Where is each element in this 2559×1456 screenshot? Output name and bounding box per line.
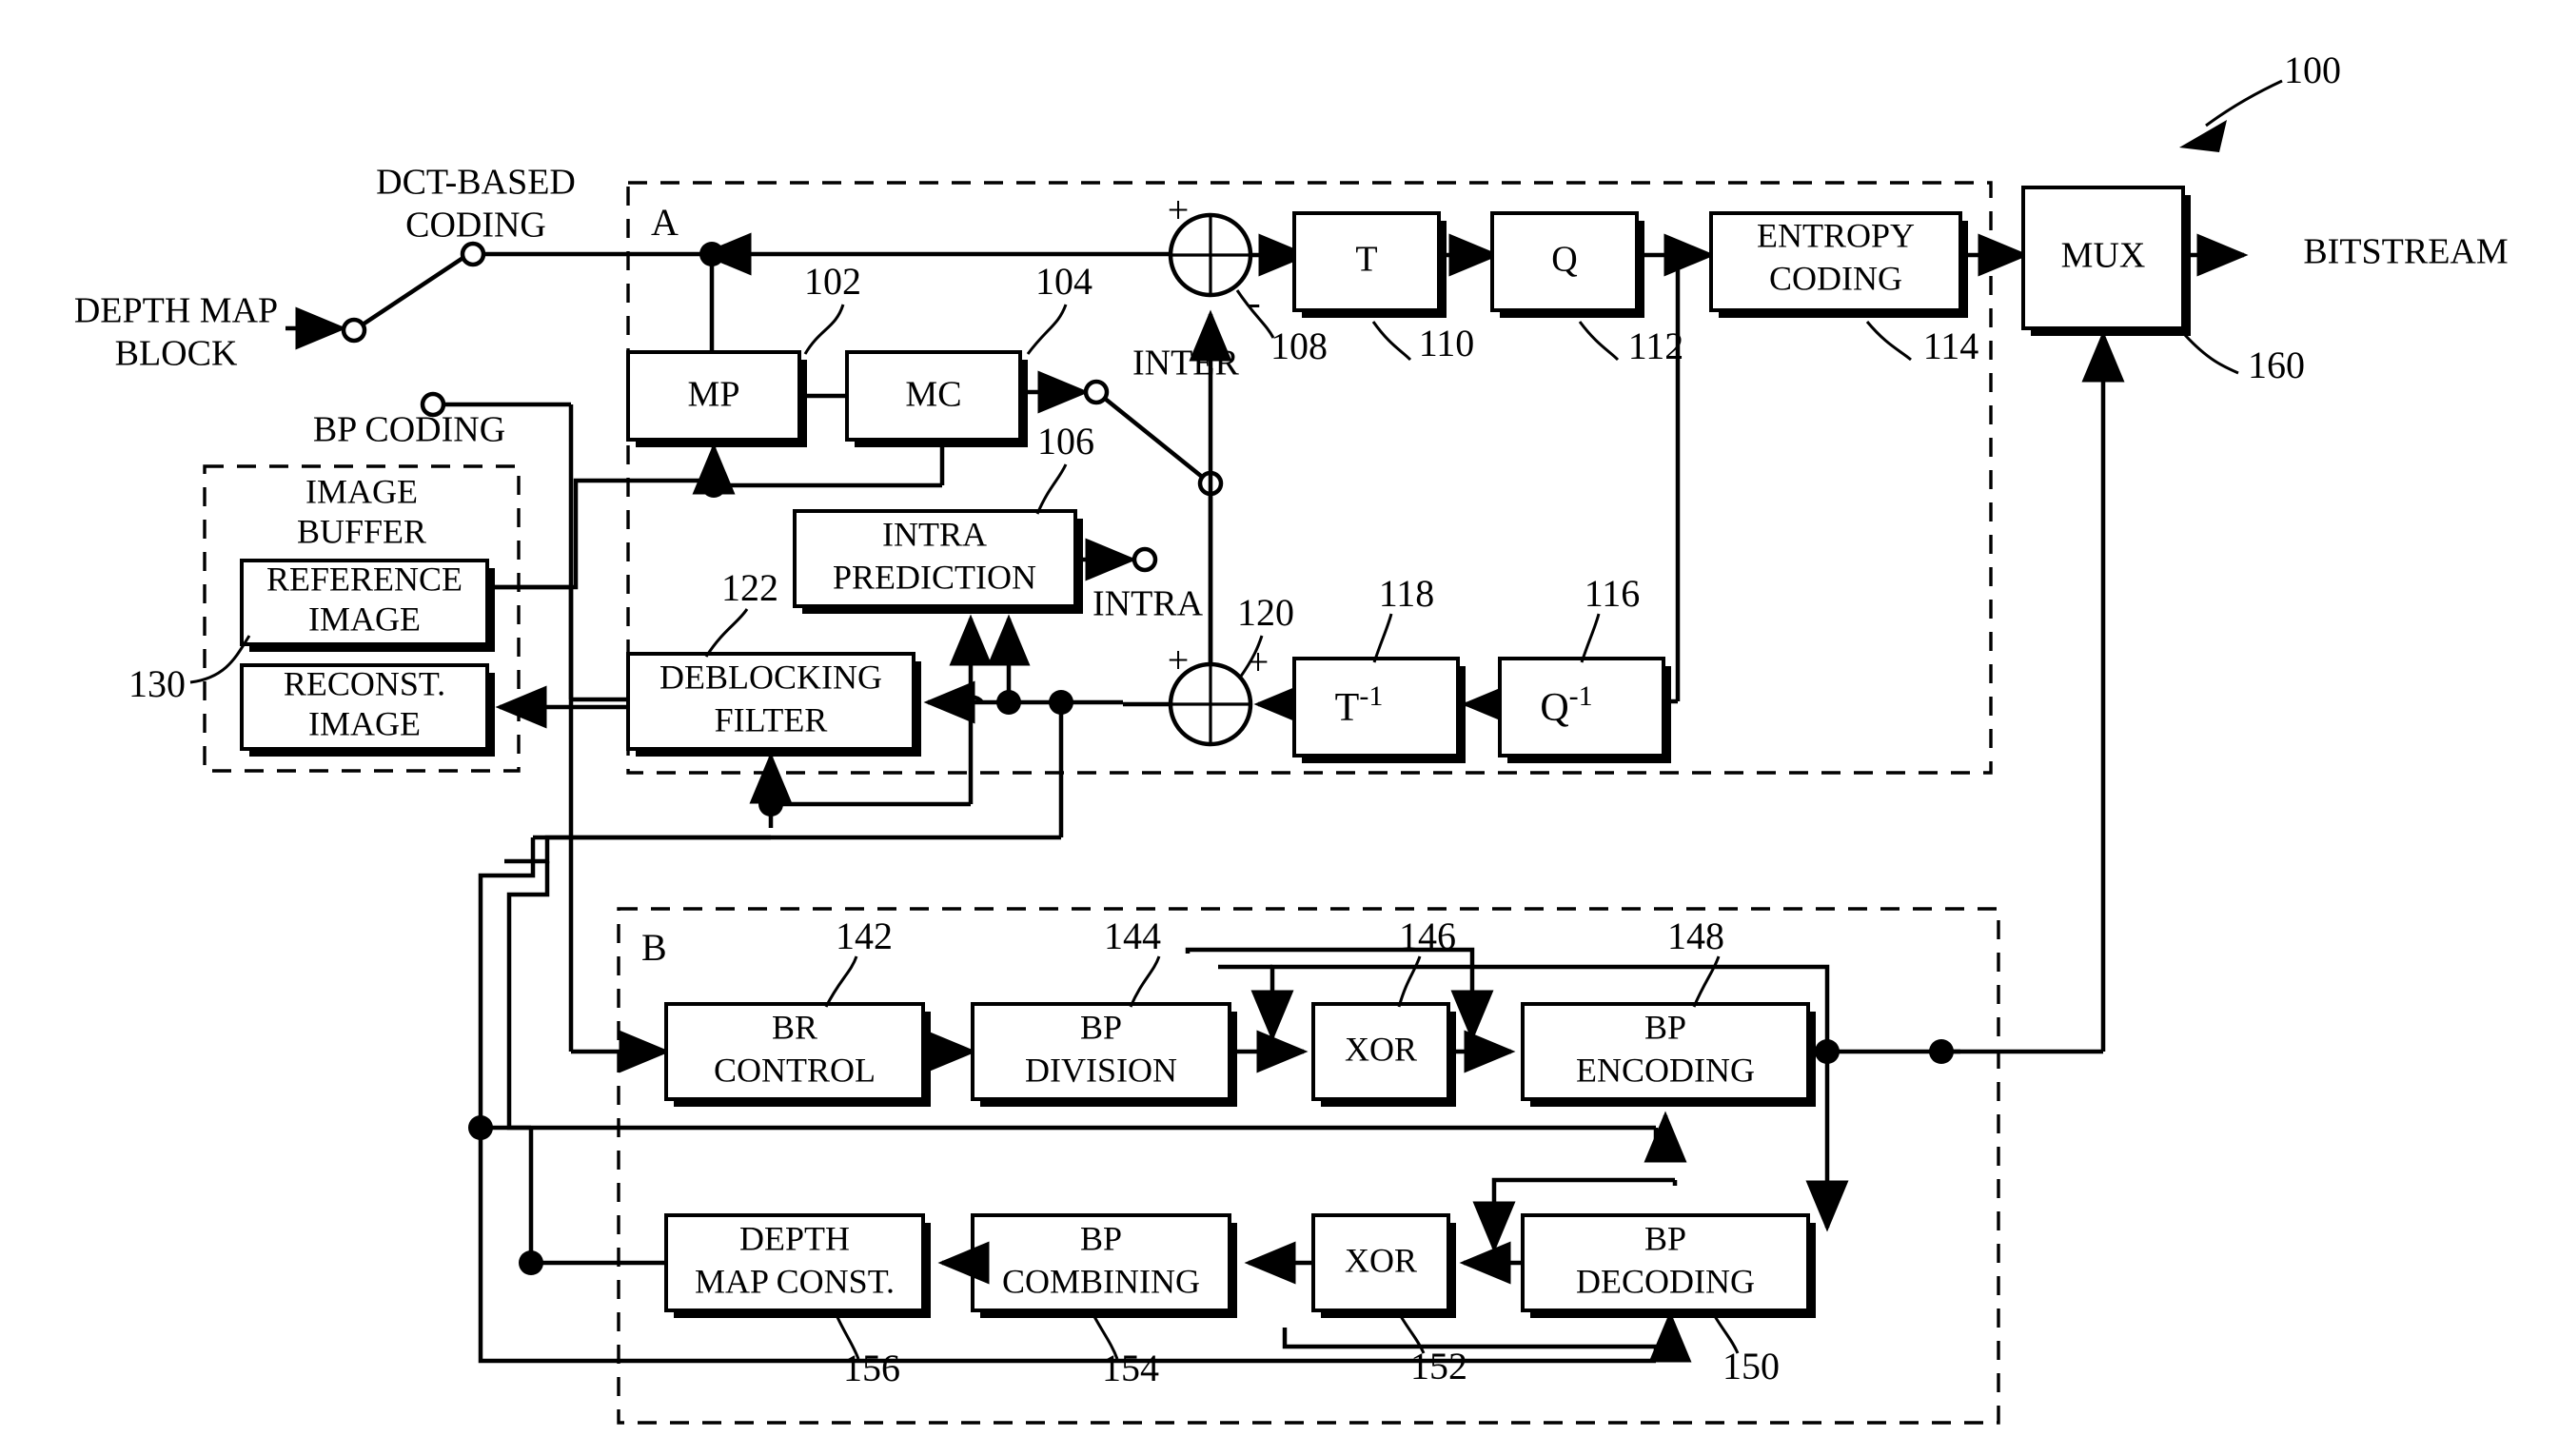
- mp-label: MP: [688, 375, 740, 415]
- ref-num-108: 108: [1270, 325, 1328, 367]
- ref-144-leader: [1129, 955, 1161, 1008]
- image-buffer-title-line2: BUFFER: [297, 512, 426, 550]
- ref-num-118: 118: [1379, 572, 1435, 615]
- section-a-label: A: [651, 201, 679, 244]
- bp-decoding-label-line2: DECODING: [1576, 1262, 1755, 1300]
- ref-num-114: 114: [1923, 325, 1979, 367]
- ref-num-144: 144: [1104, 915, 1161, 957]
- intra-prediction-label-line1: INTRA: [882, 515, 987, 553]
- inter-intra-switch-blade: [1102, 396, 1209, 482]
- ref-num-110: 110: [1419, 322, 1475, 364]
- ref-num-106: 106: [1037, 420, 1094, 462]
- intra-prediction-label-line2: PREDICTION: [833, 558, 1036, 596]
- adder-120-plus-sign-left: +: [1168, 639, 1190, 681]
- decode-feedback-rail-c: [1282, 1328, 1673, 1349]
- br-control-label-line1: BR: [772, 1008, 817, 1046]
- mux-label: MUX: [2061, 236, 2146, 276]
- transform-label: T: [1355, 240, 1377, 280]
- adder-108-plus-sign: +: [1168, 188, 1190, 231]
- inter-label: INTER: [1132, 344, 1240, 384]
- deblocking-filter-label-line1: DEBLOCKING: [659, 658, 882, 696]
- bp-coding-label: BP CODING: [313, 410, 505, 450]
- bus-rail-2: [506, 861, 550, 1131]
- ref-102-leader: [803, 304, 845, 355]
- ref-num-156: 156: [843, 1347, 900, 1389]
- ref-num-120: 120: [1237, 591, 1294, 634]
- bp-division-label-line1: BP: [1080, 1008, 1122, 1046]
- bp-combining-label-line2: COMBINING: [1002, 1262, 1200, 1300]
- bp-division-label-line2: DIVISION: [1025, 1051, 1177, 1089]
- ref-num-130: 130: [128, 662, 186, 705]
- bitstream-label: BITSTREAM: [2303, 232, 2508, 272]
- switch-blade: [352, 255, 466, 332]
- decode-feedback-rail-a: [1491, 1177, 1675, 1201]
- dct-based-coding-label-line2: CODING: [405, 206, 546, 246]
- reconst-image-label-line1: RECONST.: [284, 664, 445, 702]
- mc-label: MC: [905, 375, 961, 415]
- ref-num-122: 122: [721, 566, 778, 609]
- bp-encoding-label-line2: ENCODING: [1576, 1051, 1755, 1089]
- ref-num-112: 112: [1628, 325, 1684, 367]
- ref-num-142: 142: [836, 915, 893, 957]
- ref-num-152: 152: [1410, 1345, 1467, 1387]
- ref-num-102: 102: [804, 260, 861, 303]
- ref-num-116: 116: [1585, 572, 1641, 615]
- encode-feedback-rail-a: [1270, 964, 1472, 990]
- ref-100-arrowhead: [2179, 120, 2227, 152]
- ref-106-leader: [1035, 463, 1068, 515]
- ref-num-150: 150: [1722, 1345, 1780, 1387]
- reference-image-label-line1: REFERENCE: [266, 560, 463, 598]
- switch-bp-terminal[interactable]: [420, 391, 446, 418]
- quantizer-label: Q: [1551, 240, 1577, 280]
- ref-142-leader: [824, 955, 858, 1008]
- ref-num-160: 160: [2248, 344, 2305, 386]
- depth-map-const-label-line1: DEPTH: [739, 1219, 850, 1257]
- intra-terminal[interactable]: [1132, 546, 1158, 573]
- image-buffer-title-line1: IMAGE: [305, 472, 418, 510]
- ref-num-148: 148: [1667, 915, 1724, 957]
- ref-112-leader: [1578, 321, 1620, 362]
- ref-116-leader: [1580, 613, 1601, 663]
- ref-100-leader: [2205, 79, 2283, 128]
- br-control-label-line2: CONTROL: [714, 1051, 876, 1089]
- ref-114-leader: [1865, 321, 1912, 362]
- bus-left-1: [504, 835, 771, 864]
- xor-encode-label: XOR: [1345, 1030, 1417, 1068]
- depth-map-const-label-line2: MAP CONST.: [695, 1262, 895, 1300]
- switch-dct-terminal[interactable]: [460, 241, 486, 267]
- ref-num-104: 104: [1035, 260, 1092, 303]
- ref-122-leader: [704, 608, 749, 658]
- dct-based-coding-label-line1: DCT-BASED: [376, 163, 576, 203]
- xor-input-node: [1260, 1039, 1285, 1064]
- patent-figure-canvas: A B DEPTH MAP BLOCK DCT-BASED CODING BP …: [0, 0, 2559, 1456]
- section-b-label: B: [641, 926, 667, 969]
- switch-pivot-terminal[interactable]: [341, 317, 367, 344]
- ref-110-leader: [1371, 321, 1412, 362]
- depth-map-block-label-line2: BLOCK: [115, 334, 238, 374]
- ref-146-leader: [1397, 955, 1422, 1008]
- bpenc-out-feedback-rail: [1472, 964, 1830, 995]
- entropy-coding-label-line1: ENTROPY: [1757, 216, 1915, 254]
- ref-num-154: 154: [1102, 1347, 1159, 1389]
- reference-to-mp-path: [487, 478, 704, 590]
- ref-118-leader: [1372, 613, 1393, 663]
- ref-104-leader: [1026, 304, 1068, 355]
- ref-num-100: 100: [2284, 49, 2341, 91]
- xor-decode-input-node: [1482, 1250, 1506, 1275]
- ref-160-leader: [2183, 333, 2239, 375]
- deblocking-filter-label-line2: FILTER: [715, 700, 828, 738]
- block-diagram: A B DEPTH MAP BLOCK DCT-BASED CODING BP …: [74, 49, 2509, 1425]
- bp-decoding-label-line1: BP: [1644, 1219, 1686, 1257]
- bp-combining-label-line1: BP: [1080, 1219, 1122, 1257]
- depth-map-block-label-line1: DEPTH MAP: [74, 291, 278, 331]
- reference-image-label-line2: IMAGE: [308, 600, 421, 638]
- xor-decode-label: XOR: [1345, 1241, 1417, 1279]
- reconst-image-label-line2: IMAGE: [308, 704, 421, 742]
- entropy-coding-label-line2: CODING: [1769, 259, 1902, 297]
- ref-148-leader: [1692, 955, 1721, 1008]
- intra-label: INTRA: [1092, 584, 1204, 624]
- bp-encoding-label-line1: BP: [1644, 1008, 1686, 1046]
